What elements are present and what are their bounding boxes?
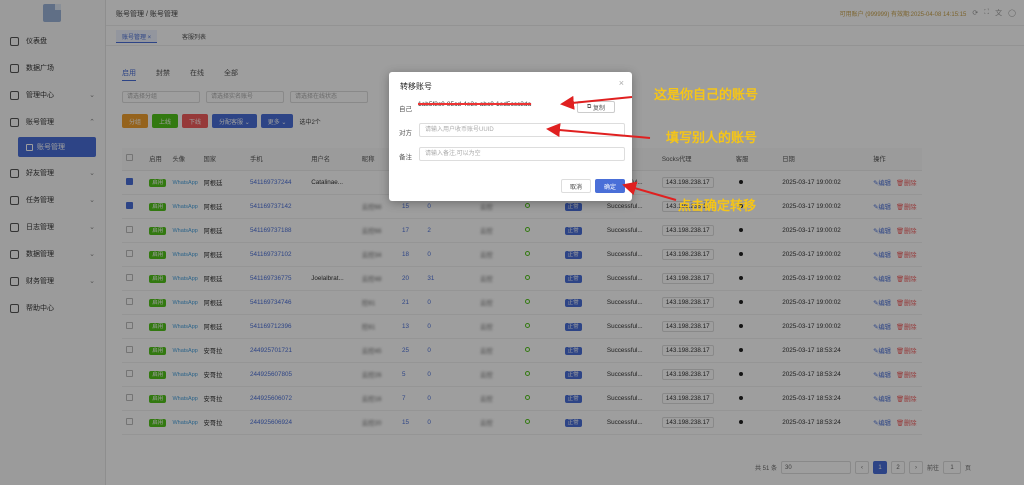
annotation-arrows xyxy=(546,95,677,201)
annotation-target: 填写别人的账号 xyxy=(666,130,758,145)
arrow-self xyxy=(560,95,633,110)
arrow-target xyxy=(546,123,651,139)
annotation-self: 这是你自己的账号 xyxy=(654,87,759,102)
annotation-confirm: 点击确定转移 xyxy=(678,198,757,213)
arrow-confirm xyxy=(622,181,677,201)
